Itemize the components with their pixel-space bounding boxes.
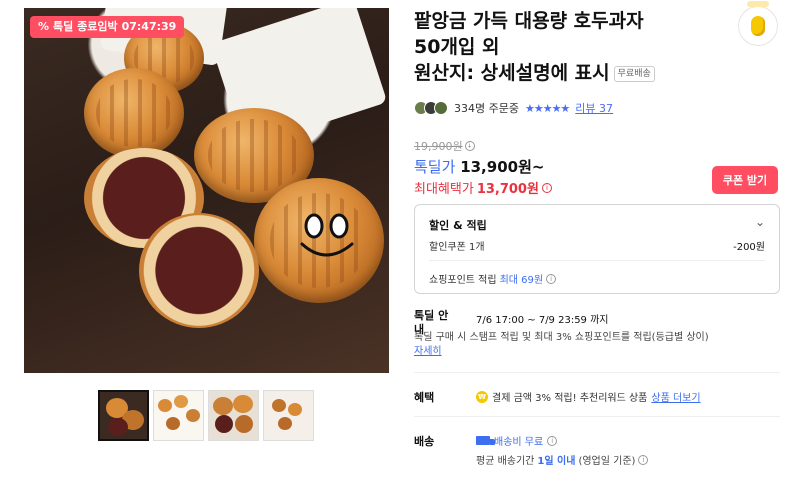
chevron-down-icon[interactable]: ⌄ bbox=[755, 215, 765, 229]
product-title: 팥앙금 가득 대용량 호두과자 50개입 외 원산지: 상세설명에 표시 무료배송 bbox=[414, 8, 780, 86]
points-label: 쇼핑포인트 적립 bbox=[429, 275, 497, 286]
thumbnail-3[interactable] bbox=[208, 390, 259, 441]
info-icon[interactable]: i bbox=[638, 454, 649, 465]
shipping-avg-prefix: 평균 배송기간 bbox=[476, 456, 535, 467]
won-coin-icon: ₩ bbox=[476, 390, 488, 403]
deal-price: 톡딜가 13,900원~ bbox=[414, 156, 544, 177]
rating-stars-icon: ★★★★★ bbox=[524, 101, 570, 115]
thumbnail-1[interactable] bbox=[98, 390, 149, 441]
title-line-3: 원산지: 상세설명에 표시 무료배송 bbox=[414, 60, 780, 86]
info-icon[interactable]: i bbox=[547, 435, 558, 446]
truck-icon bbox=[476, 436, 495, 445]
thumbnail-4[interactable] bbox=[263, 390, 314, 441]
buyer-avatars bbox=[414, 101, 448, 115]
shipping-avg-suffix: (영업일 기준) bbox=[578, 456, 636, 467]
divider bbox=[429, 260, 765, 261]
deal-period: 7/6 17:00 ~ 7/9 23:59 까지 bbox=[476, 315, 609, 326]
max-benefit-price: 최대혜택가 13,700원 i bbox=[414, 178, 552, 197]
max-benefit-label: 최대혜택가 bbox=[414, 182, 474, 197]
info-icon[interactable]: i bbox=[541, 182, 552, 193]
smiley-face-icon bbox=[300, 213, 354, 257]
original-price: 19,900원 i bbox=[414, 138, 475, 154]
shipping-avg-value: 1일 이내 bbox=[537, 456, 576, 467]
free-shipping-badge: 무료배송 bbox=[613, 65, 655, 82]
buyer-stats: 334명 주문중 ★★★★★ 리뷰 37 bbox=[414, 100, 613, 116]
deal-timer-badge: % 톡딜 종료임박 07:47:39 bbox=[30, 16, 185, 38]
buyers-count: 334명 주문중 bbox=[454, 102, 519, 115]
talk-deal-coin-button[interactable] bbox=[738, 1, 778, 46]
percent-icon: % bbox=[38, 20, 50, 33]
thumbnail-2[interactable] bbox=[153, 390, 204, 441]
timer-countdown: 07:47:39 bbox=[121, 20, 177, 33]
shipping-duration-row: 평균 배송기간 1일 이내 (영업일 기준) i bbox=[476, 452, 649, 467]
discount-panel: 할인 & 적립 ⌄ 할인쿠폰 1개 -200원 쇼핑포인트 적립 최대 69원 … bbox=[414, 204, 780, 294]
origin-text: 원산지: 상세설명에 표시 bbox=[414, 62, 610, 84]
title-line-2: 50개입 외 bbox=[414, 36, 500, 58]
product-main-image[interactable] bbox=[24, 8, 389, 373]
shipping-fee: 배송비 무료 bbox=[494, 437, 544, 448]
divider bbox=[414, 372, 780, 373]
points-value: 최대 69원 bbox=[499, 275, 544, 286]
product-info: 팥앙금 가득 대용량 호두과자 50개입 외 원산지: 상세설명에 표시 무료배송 bbox=[414, 8, 780, 86]
shipping-fee-row: 배송비 무료 i bbox=[476, 433, 558, 448]
walnut-cake bbox=[84, 68, 184, 158]
coupon-download-button[interactable]: 쿠폰 받기 bbox=[712, 166, 778, 194]
info-icon[interactable]: i bbox=[546, 273, 557, 284]
timer-label: 톡딜 종료임박 bbox=[53, 20, 118, 33]
deal-detail-link[interactable]: 자세히 bbox=[414, 346, 442, 357]
benefit-row: ₩ 결제 금액 3% 적립! 추천리워드 상품 상품 더보기 bbox=[476, 389, 701, 404]
coupon-value: -200원 bbox=[733, 242, 765, 253]
deal-price-label: 톡딜가 bbox=[414, 158, 456, 176]
coupon-label: 할인쿠폰 1개 bbox=[429, 242, 485, 253]
discount-header: 할인 & 적립 bbox=[429, 219, 487, 232]
shipping-label: 배송 bbox=[414, 435, 435, 448]
benefit-text: 결제 금액 3% 적립! 추천리워드 상품 bbox=[492, 393, 648, 404]
walnut-cake-half bbox=[139, 213, 259, 328]
review-link[interactable]: 리뷰 37 bbox=[575, 100, 613, 116]
more-products-link[interactable]: 상품 더보기 bbox=[651, 389, 700, 404]
title-line-1: 팥앙금 가득 대용량 호두과자 bbox=[414, 10, 644, 32]
deal-description: 톡딜 구매 시 스탬프 적립 및 최대 3% 쇼핑포인트를 적립(등급별 상이)… bbox=[414, 331, 780, 359]
thumbnail-strip bbox=[98, 390, 314, 441]
deal-description-text: 톡딜 구매 시 스탬프 적립 및 최대 3% 쇼핑포인트를 적립(등급별 상이) bbox=[414, 332, 709, 343]
info-icon[interactable]: i bbox=[464, 141, 475, 151]
benefit-label: 혜택 bbox=[414, 391, 435, 404]
points-row: 쇼핑포인트 적립 최대 69원 i bbox=[429, 271, 557, 286]
coin-icon bbox=[751, 16, 765, 36]
deal-price-value: 13,900원~ bbox=[460, 158, 545, 176]
avatar bbox=[434, 101, 448, 115]
max-benefit-value: 13,700원 bbox=[476, 182, 539, 197]
divider bbox=[414, 416, 780, 417]
original-price-value: 19,900원 bbox=[414, 140, 463, 153]
